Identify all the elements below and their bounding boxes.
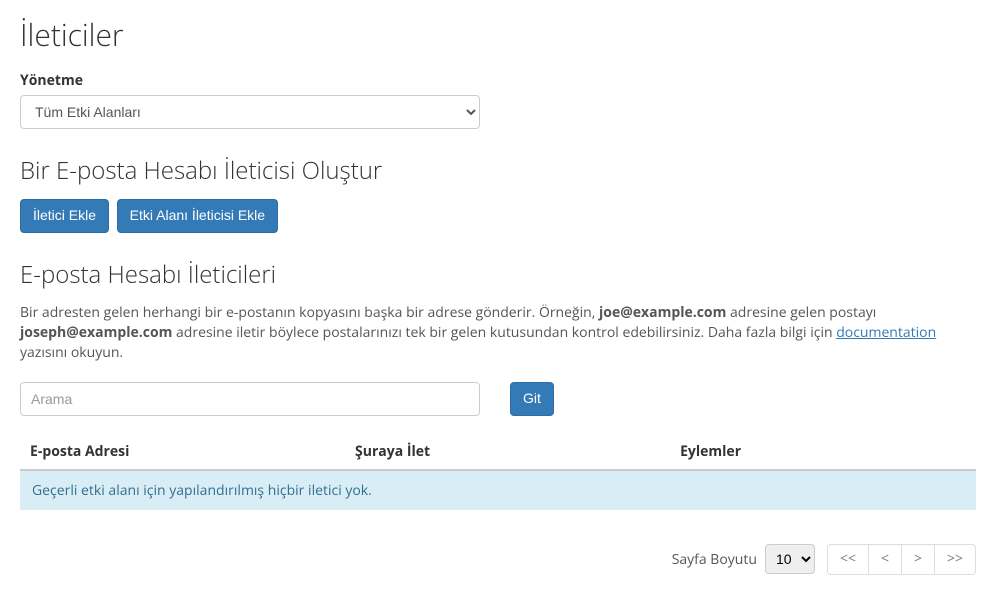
- add-domain-forwarder-button[interactable]: Etki Alanı İleticisi Ekle: [117, 199, 278, 233]
- forwarders-table: E-posta Adresi Şuraya İlet Eylemler Geçe…: [20, 434, 976, 510]
- pager: Sayfa Boyutu 10 << < > >>: [20, 540, 976, 595]
- documentation-link[interactable]: documentation: [836, 323, 936, 342]
- table-empty-row: Geçerli etki alanı için yapılandırılmış …: [20, 470, 976, 510]
- col-forward-to-header: Şuraya İlet: [345, 434, 670, 470]
- forwarders-description: Bir adresten gelen herhangi bir e-postan…: [20, 303, 976, 364]
- pager-last-button[interactable]: >>: [934, 544, 976, 575]
- create-forwarder-heading: Bir E-posta Hesabı İleticisi Oluştur: [20, 154, 976, 187]
- go-button[interactable]: Git: [510, 382, 554, 416]
- add-forwarder-button[interactable]: İletici Ekle: [20, 199, 109, 233]
- forwarders-list-heading: E-posta Hesabı İleticileri: [20, 258, 976, 291]
- search-input[interactable]: [20, 382, 480, 416]
- pager-next-button[interactable]: >: [901, 544, 935, 575]
- page-title: İleticiler: [20, 18, 976, 51]
- col-actions-header: Eylemler: [670, 434, 976, 470]
- col-email-header: E-posta Adresi: [20, 434, 345, 470]
- manage-domain-select[interactable]: Tüm Etki Alanları: [20, 95, 480, 129]
- pager-prev-button[interactable]: <: [868, 544, 902, 575]
- manage-label: Yönetme: [20, 71, 976, 90]
- page-size-label: Sayfa Boyutu: [672, 550, 757, 569]
- page-size-select[interactable]: 10: [765, 544, 815, 574]
- pager-first-button[interactable]: <<: [827, 544, 869, 575]
